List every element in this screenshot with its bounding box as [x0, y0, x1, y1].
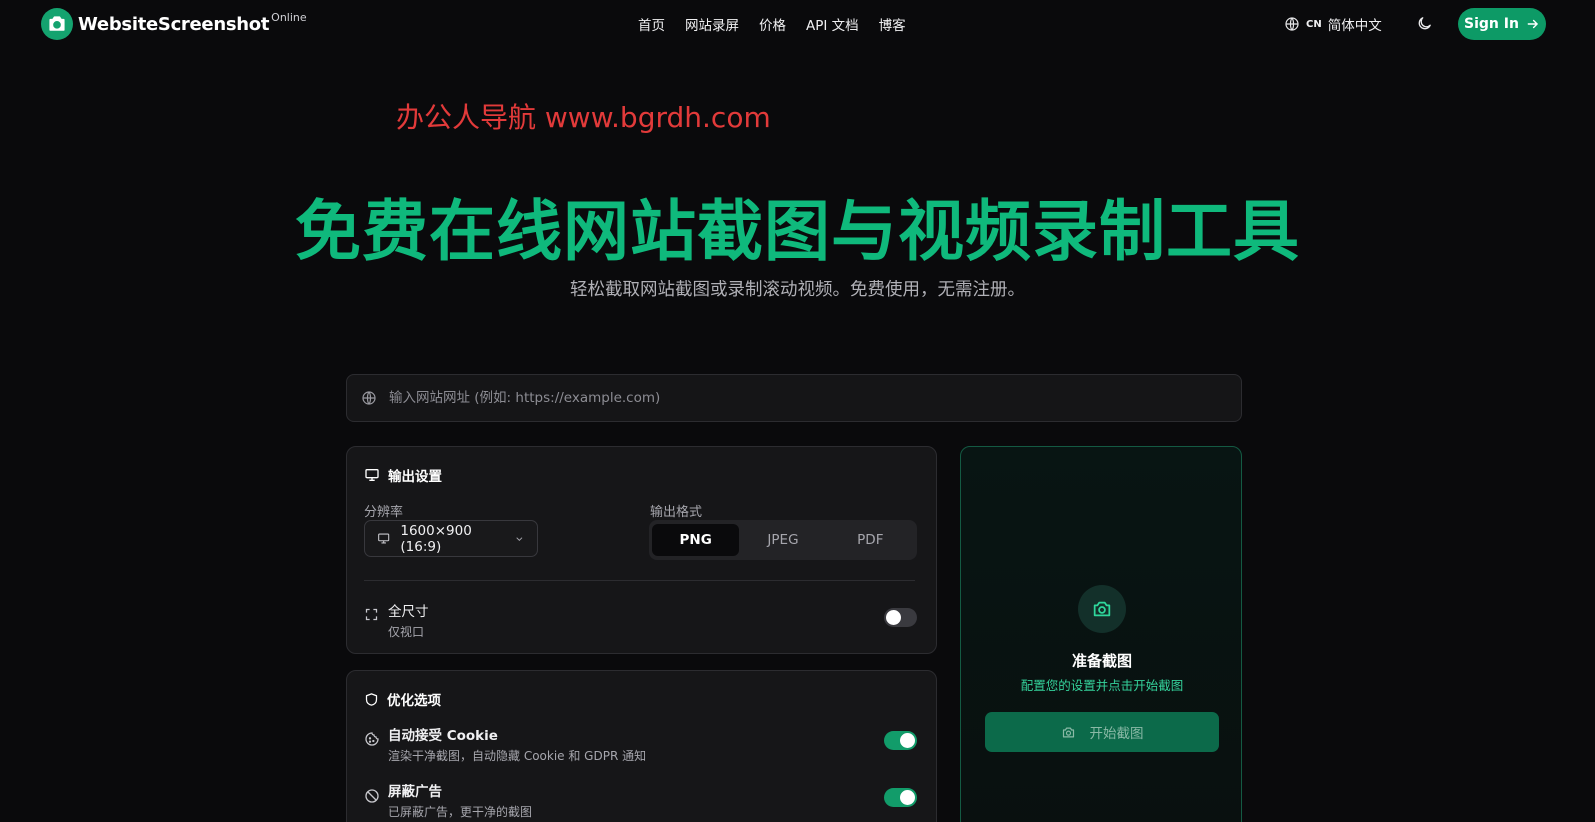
ready-subtitle: 配置您的设置并点击开始截图 [1020, 678, 1184, 693]
cookie-option: 自动接受 Cookie 渲染干净截图，自动隐藏 Cookie 和 GDPR 通知 [388, 724, 646, 764]
format-pdf-button[interactable]: PDF [827, 524, 914, 556]
fullscreen-icon [365, 608, 378, 621]
camera-logo-icon [41, 8, 73, 40]
sign-in-label: Sign In [1464, 16, 1519, 32]
format-jpeg-button[interactable]: JPEG [739, 524, 826, 556]
moon-icon [1418, 17, 1431, 30]
resolution-value: 1600×900 (16:9) [400, 522, 472, 555]
watermark-text: 办公人导航 www.bgrdh.com [396, 101, 771, 134]
sign-in-button[interactable]: Sign In [1458, 8, 1546, 40]
logo-sup: Online [271, 10, 307, 24]
fullsize-toggle[interactable] [884, 608, 917, 627]
url-input-box [346, 374, 1242, 422]
fullsize-desc: 仅视口 [388, 625, 425, 639]
output-settings-title: 输出设置 [388, 469, 442, 485]
monitor-icon [378, 533, 390, 544]
resolution-label: 分辨率 [364, 505, 404, 520]
logo[interactable]: WebsiteScreenshot Online [41, 8, 307, 40]
nav-pricing[interactable]: 价格 [759, 14, 786, 34]
theme-toggle-button[interactable] [1416, 15, 1433, 36]
output-settings-panel: 输出设置 分辨率 1600×900 (16:9) 输出格式 PNG JPEG P… [346, 446, 937, 654]
camera-icon [1062, 727, 1074, 737]
format-segmented-control: PNG JPEG PDF [649, 520, 917, 560]
camera-badge [1078, 585, 1126, 633]
start-capture-label: 开始截图 [1089, 726, 1144, 742]
optimization-title: 优化选项 [387, 693, 441, 709]
toggle-knob [900, 790, 915, 805]
hero-subtitle: 轻松截取网站截图或录制滚动视频。免费使用，无需注册。 [570, 280, 1025, 300]
ads-toggle[interactable] [884, 788, 917, 807]
main-nav: 首页 网站录屏 价格 API 文档 博客 [638, 14, 906, 34]
toggle-knob [900, 733, 915, 748]
monitor-icon [365, 469, 379, 481]
fullsize-option: 全尺寸 仅视口 [388, 600, 429, 640]
output-settings-header: 输出设置 [364, 465, 442, 485]
language-label: 简体中文 [1327, 18, 1382, 34]
camera-icon [1093, 601, 1111, 617]
toggle-knob [886, 610, 901, 625]
ads-desc: 已屏蔽广告，更干净的截图 [388, 805, 533, 819]
url-input[interactable] [389, 390, 1241, 406]
ready-title: 准备截图 [1071, 652, 1132, 670]
ads-option: 屏蔽广告 已屏蔽广告，更干净的截图 [388, 780, 532, 820]
resolution-select[interactable]: 1600×900 (16:9) [364, 520, 538, 557]
preview-panel: 准备截图 配置您的设置并点击开始截图 开始截图 [960, 446, 1242, 822]
arrow-right-icon [1527, 19, 1539, 29]
fullsize-title: 全尺寸 [388, 604, 429, 620]
cookie-desc: 渲染干净截图，自动隐藏 Cookie 和 GDPR 通知 [388, 749, 647, 763]
cookie-icon [365, 732, 379, 746]
hero-title: 免费在线网站截图与视频录制工具 [295, 193, 1300, 270]
globe-icon [362, 391, 376, 405]
nav-blog[interactable]: 博客 [879, 14, 906, 34]
nav-home[interactable]: 首页 [638, 14, 665, 34]
nav-api-docs[interactable]: API 文档 [806, 14, 859, 34]
language-code: CN [1306, 18, 1322, 30]
divider [364, 580, 915, 581]
optimization-panel: 优化选项 自动接受 Cookie 渲染干净截图，自动隐藏 Cookie 和 GD… [346, 670, 937, 822]
block-icon [365, 789, 379, 803]
shield-icon [365, 692, 378, 706]
format-png-button[interactable]: PNG [652, 524, 740, 556]
top-navbar: WebsiteScreenshot Online 首页 网站录屏 价格 API … [0, 0, 1595, 48]
logo-text: WebsiteScreenshot [78, 13, 270, 35]
start-capture-button[interactable]: 开始截图 [985, 712, 1219, 752]
optimization-header: 优化选项 [364, 689, 441, 709]
ads-title: 屏蔽广告 [388, 784, 442, 800]
chevron-down-icon [516, 536, 523, 541]
cookie-toggle[interactable] [884, 731, 917, 750]
cookie-title: 自动接受 Cookie [388, 728, 498, 744]
nav-recording[interactable]: 网站录屏 [685, 14, 739, 34]
format-label: 输出格式 [650, 505, 703, 520]
language-switcher[interactable]: CN 简体中文 [1284, 14, 1382, 34]
globe-icon [1285, 17, 1299, 31]
